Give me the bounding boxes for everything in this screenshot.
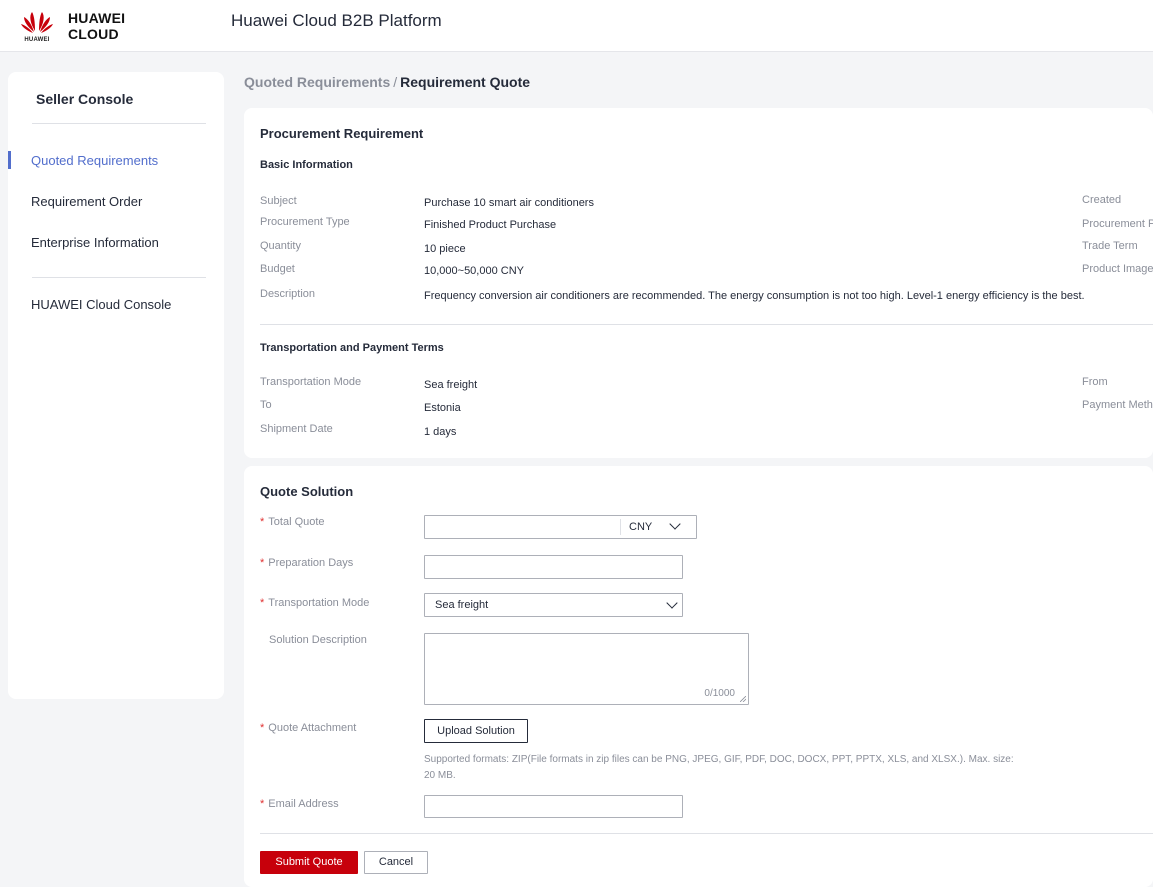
sidebar-divider [32, 277, 206, 278]
transport-payment-title: Transportation and Payment Terms [260, 342, 444, 354]
required-mark: * [260, 597, 265, 609]
procurement-purpose-label: Procurement Pu [1082, 218, 1153, 230]
currency-select[interactable]: CNY [621, 516, 697, 538]
transportation-mode-select[interactable]: Sea freight [424, 593, 683, 617]
to-label: To [260, 399, 272, 411]
attachment-hint: Supported formats: ZIP(File formats in z… [424, 754, 1014, 781]
email-address-input[interactable] [424, 795, 683, 818]
platform-title: Huawei Cloud B2B Platform [231, 11, 442, 30]
quantity-label: Quantity [260, 240, 301, 252]
breadcrumb: Quoted Requirements / Requirement Quote [244, 74, 530, 90]
total-quote-group: CNY [424, 515, 697, 539]
procurement-type-value: Finished Product Purchase [424, 219, 557, 231]
subject-label: Subject [260, 195, 297, 207]
chevron-down-icon [669, 518, 681, 530]
preparation-days-input[interactable] [424, 555, 683, 579]
cancel-button[interactable]: Cancel [364, 851, 428, 874]
top-bar: HUAWEI HUAWEI CLOUD Huawei Cloud B2B Pla… [0, 0, 1153, 52]
sidebar-divider [32, 123, 206, 124]
created-label: Created [1082, 194, 1122, 206]
transportation-mode-field-label: * Transportation Mode [260, 597, 370, 609]
quote-solution-title: Quote Solution [260, 484, 354, 499]
email-address-label: * Email Address [260, 798, 339, 810]
breadcrumb-current: Requirement Quote [400, 74, 531, 90]
payment-method-label: Payment Metho [1082, 399, 1153, 411]
required-mark: * [260, 516, 265, 528]
procurement-requirement-title: Procurement Requirement [260, 126, 424, 141]
procurement-requirement-card: Procurement Requirement Basic Informatio… [244, 108, 1153, 458]
required-mark: * [260, 798, 265, 810]
total-quote-input[interactable] [425, 516, 620, 538]
sidebar-item-huawei-cloud-console[interactable]: HUAWEI Cloud Console [31, 297, 171, 312]
transportation-mode-selected: Sea freight [435, 599, 489, 611]
subject-value: Purchase 10 smart air conditioners [424, 197, 594, 209]
transportation-mode-value: Sea freight [424, 379, 478, 391]
sidebar-item-enterprise-information[interactable]: Enterprise Information [31, 235, 159, 250]
upload-solution-button[interactable]: Upload Solution [424, 719, 528, 743]
required-mark: * [260, 722, 265, 734]
description-value: Frequency conversion air conditioners ar… [424, 290, 1085, 302]
shipment-date-value: 1 days [424, 426, 457, 438]
form-divider [260, 833, 1153, 834]
from-label: From [1082, 376, 1108, 388]
character-counter: 0/1000 [704, 688, 735, 699]
quote-solution-card: Quote Solution * Total Quote CNY * Prepara… [244, 466, 1153, 887]
required-mark: * [260, 557, 265, 569]
huawei-petal-logo-icon: HUAWEI [20, 9, 54, 43]
solution-description-label: Solution Description [269, 634, 367, 646]
huawei-cloud-logo[interactable]: HUAWEI HUAWEI CLOUD [20, 8, 170, 44]
breadcrumb-separator: / [393, 74, 398, 90]
active-indicator [8, 151, 11, 169]
breadcrumb-parent-link[interactable]: Quoted Requirements [244, 74, 390, 90]
quantity-value: 10 piece [424, 243, 466, 255]
total-quote-label: * Total Quote [260, 516, 325, 528]
preparation-days-label: * Preparation Days [260, 557, 354, 569]
solution-description-textarea[interactable]: 0/1000 [424, 633, 749, 705]
shipment-date-label: Shipment Date [260, 423, 333, 435]
product-image-label: Product Image [1082, 263, 1153, 275]
brand-name: HUAWEI CLOUD [68, 10, 126, 42]
to-value: Estonia [424, 402, 461, 414]
basic-information-title: Basic Information [260, 159, 353, 171]
logo-subtext: HUAWEI [24, 37, 50, 43]
description-label: Description [260, 288, 316, 300]
chevron-down-icon [666, 597, 678, 609]
budget-label: Budget [260, 263, 295, 275]
currency-value: CNY [629, 521, 653, 533]
procurement-type-label: Procurement Type [260, 216, 350, 228]
budget-value: 10,000~50,000 CNY [424, 265, 524, 277]
sidebar: Seller Console Quoted Requirements Requi… [8, 72, 224, 699]
trade-term-label: Trade Term [1082, 240, 1138, 252]
resize-handle-icon[interactable] [740, 696, 746, 702]
sidebar-item-quoted-requirements[interactable]: Quoted Requirements [31, 153, 158, 168]
section-divider [260, 324, 1153, 325]
sidebar-title: Seller Console [36, 91, 134, 107]
sidebar-item-requirement-order[interactable]: Requirement Order [31, 194, 142, 209]
transportation-mode-label: Transportation Mode [260, 376, 362, 388]
submit-quote-button[interactable]: Submit Quote [260, 851, 358, 874]
quote-attachment-label: * Quote Attachment [260, 722, 357, 734]
